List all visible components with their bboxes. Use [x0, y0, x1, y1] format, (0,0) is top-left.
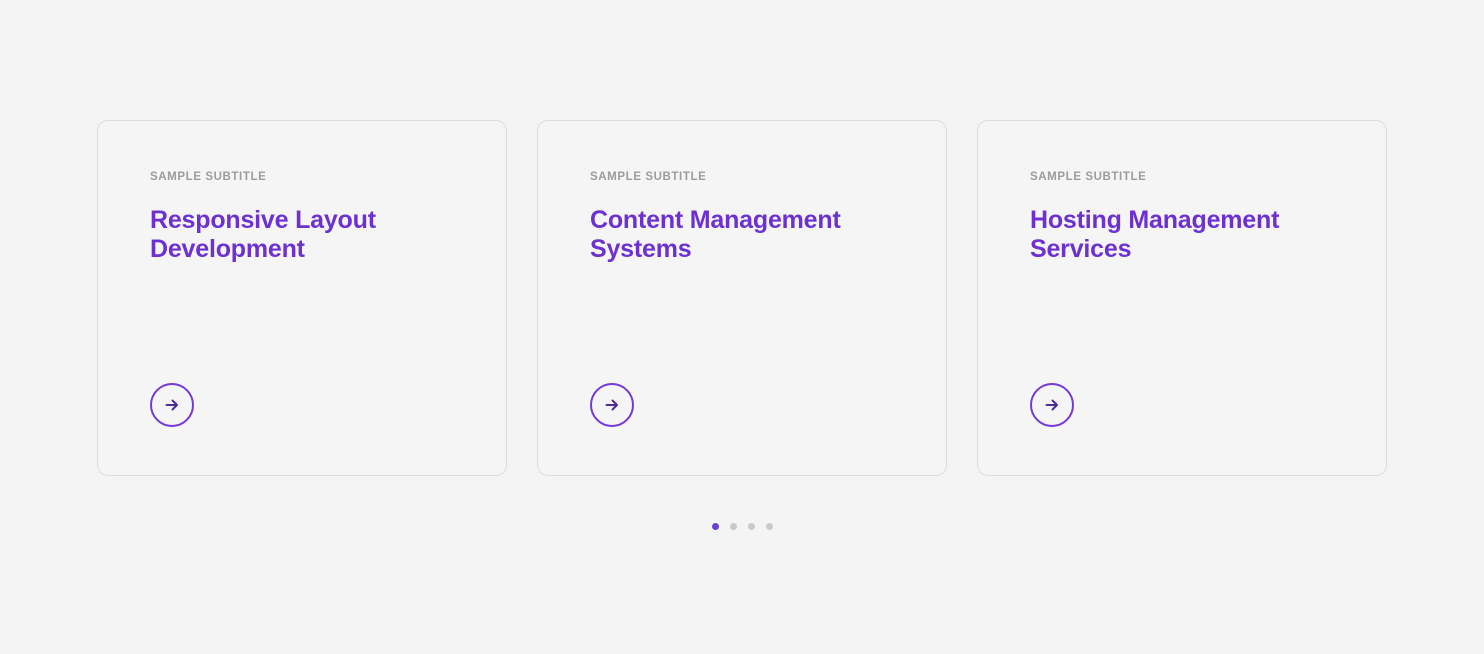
arrow-right-icon	[1045, 399, 1058, 411]
arrow-right-icon	[165, 399, 178, 411]
carousel-dot-1[interactable]	[711, 523, 719, 530]
arrow-right-icon	[605, 399, 618, 411]
card-list: SAMPLE SUBTITLE Responsive Layout Develo…	[0, 120, 1484, 476]
service-card: SAMPLE SUBTITLE Hosting Management Servi…	[977, 120, 1387, 476]
card-subtitle: SAMPLE SUBTITLE	[590, 171, 707, 183]
card-arrow-button[interactable]	[1030, 383, 1074, 427]
card-title: Hosting Management Services	[1030, 205, 1280, 263]
card-title: Responsive Layout Development	[150, 205, 376, 263]
card-arrow-button[interactable]	[590, 383, 634, 427]
card-title: Content Management Systems	[590, 205, 841, 263]
service-card: SAMPLE SUBTITLE Content Management Syste…	[537, 120, 947, 476]
card-subtitle: SAMPLE SUBTITLE	[1030, 171, 1147, 183]
carousel-dots	[0, 523, 1484, 530]
carousel-dot-2[interactable]	[729, 523, 737, 530]
card-subtitle: SAMPLE SUBTITLE	[150, 171, 267, 183]
services-carousel: SAMPLE SUBTITLE Responsive Layout Develo…	[0, 0, 1484, 530]
carousel-dot-3[interactable]	[747, 523, 755, 530]
carousel-dot-4[interactable]	[765, 523, 773, 530]
service-card: SAMPLE SUBTITLE Responsive Layout Develo…	[97, 120, 507, 476]
card-arrow-button[interactable]	[150, 383, 194, 427]
